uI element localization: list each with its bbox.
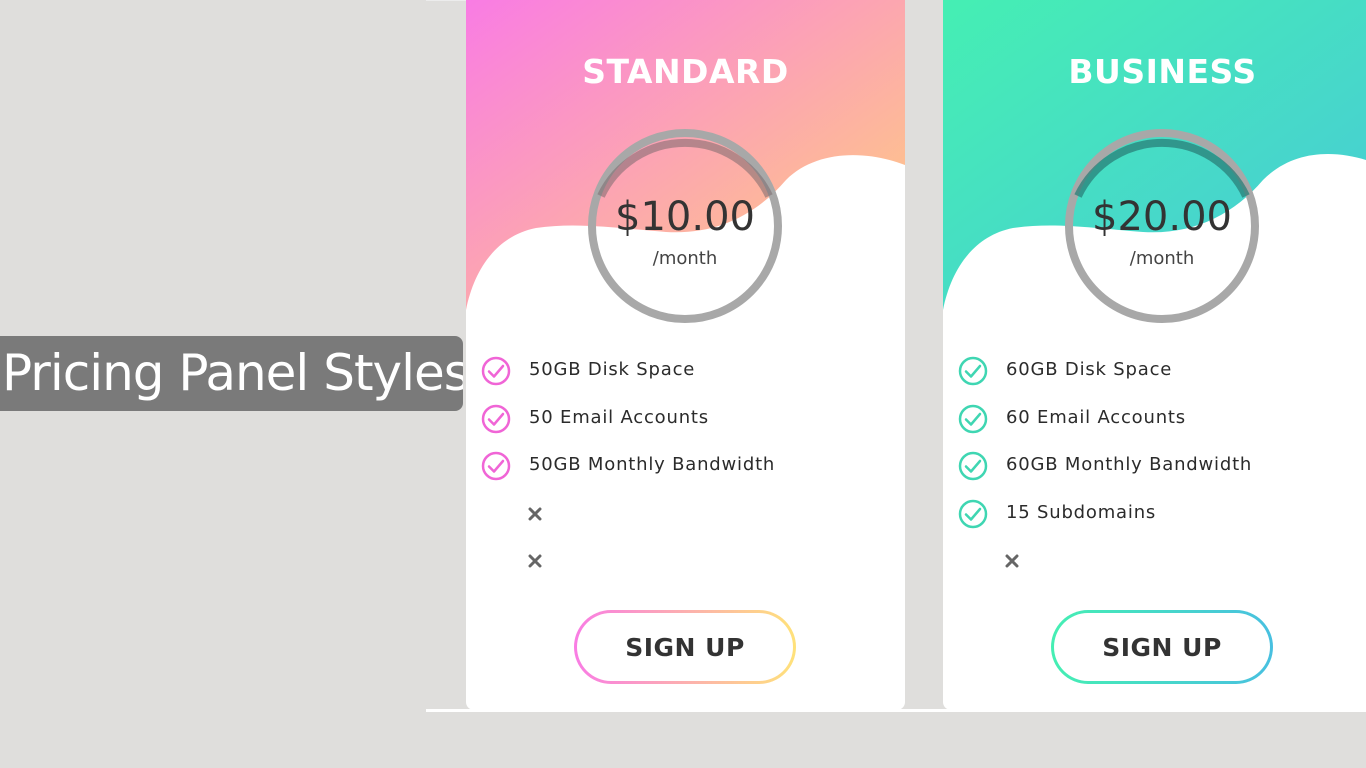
plan-name: STANDARD: [582, 52, 789, 91]
list-item: 15 Subdomains: [943, 490, 1366, 538]
price-amount: $20.00: [1092, 194, 1232, 240]
overlay-title: Pricing Panel Styles: [2, 344, 463, 402]
list-item: [943, 537, 1366, 585]
pricing-card-standard: STANDARD $10.00 /month 50GB Disk Space 5…: [466, 0, 905, 710]
feature-list: 60GB Disk Space 60 Email Accounts 60GB M…: [943, 347, 1366, 585]
pricing-card-business: BUSINESS $20.00 /month 60GB Disk Space 6…: [943, 0, 1366, 710]
list-item: 60 Email Accounts: [943, 395, 1366, 443]
check-circle-icon: [481, 404, 511, 433]
check-circle-icon: [958, 404, 988, 433]
price-circle: $20.00 /month: [1064, 128, 1260, 324]
sign-up-label: SIGN UP: [1054, 613, 1270, 681]
price-amount: $10.00: [615, 194, 755, 240]
stage-top-line: [426, 0, 466, 1]
x-icon: [1005, 554, 1019, 568]
list-item: [466, 537, 905, 585]
sign-up-label: SIGN UP: [577, 613, 793, 681]
list-item: 50GB Monthly Bandwidth: [466, 442, 905, 490]
sign-up-button[interactable]: SIGN UP: [1051, 610, 1273, 684]
list-item: 60GB Disk Space: [943, 347, 1366, 395]
feature-label: 15 Subdomains: [1006, 501, 1157, 523]
list-item: 60GB Monthly Bandwidth: [943, 442, 1366, 490]
feature-list: 50GB Disk Space 50 Email Accounts 50GB M…: [466, 347, 905, 585]
plan-name: BUSINESS: [1068, 52, 1257, 91]
list-item: 50 Email Accounts: [466, 395, 905, 443]
check-circle-icon: [958, 499, 988, 528]
x-icon: [528, 507, 542, 520]
price-circle: $10.00 /month: [587, 128, 783, 324]
sign-up-button[interactable]: SIGN UP: [574, 610, 796, 684]
check-circle-icon: [958, 356, 988, 386]
feature-label: 60GB Disk Space: [1006, 359, 1173, 380]
check-circle-icon: [481, 451, 511, 481]
feature-label: 50GB Monthly Bandwidth: [529, 454, 776, 475]
check-circle-icon: [481, 356, 511, 386]
price-period: /month: [1129, 248, 1195, 269]
list-item: [466, 490, 905, 538]
feature-label: 50 Email Accounts: [529, 406, 709, 428]
check-circle-icon: [958, 451, 988, 481]
feature-label: 60 Email Accounts: [1006, 406, 1186, 428]
list-item: 50GB Disk Space: [466, 347, 905, 395]
feature-label: 50GB Disk Space: [529, 359, 696, 380]
overlay-title-banner: Pricing Panel Styles: [0, 336, 463, 411]
price-period: /month: [652, 248, 718, 269]
x-icon: [528, 554, 542, 568]
feature-label: 60GB Monthly Bandwidth: [1006, 454, 1253, 475]
